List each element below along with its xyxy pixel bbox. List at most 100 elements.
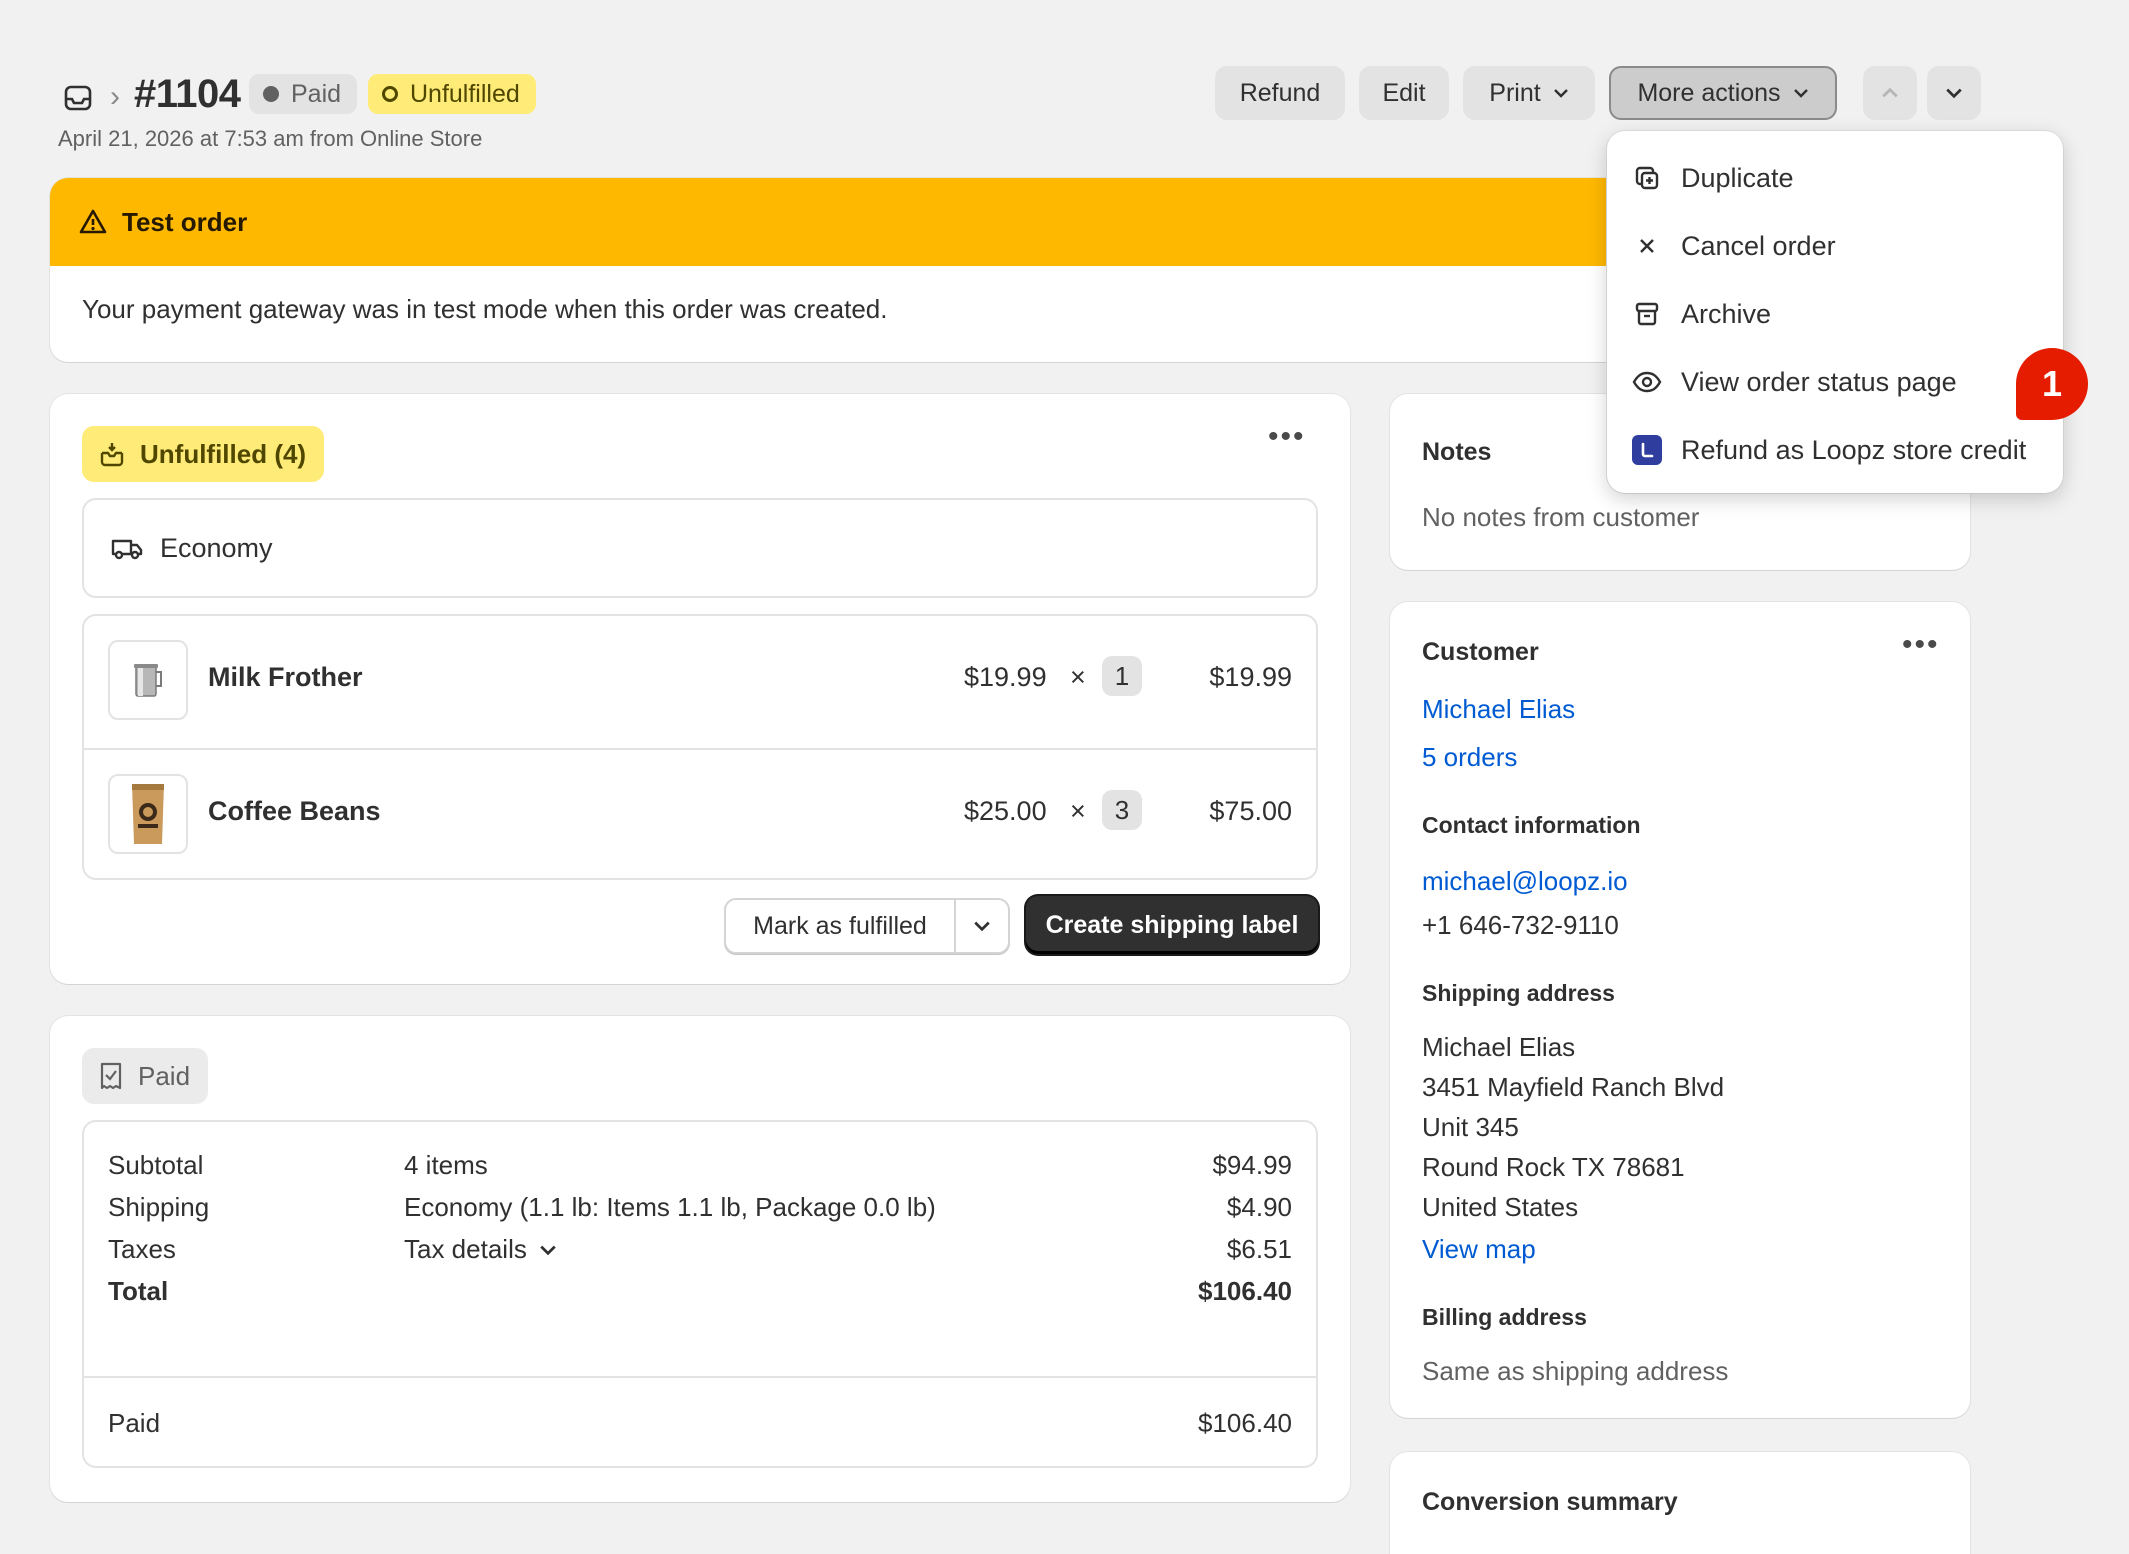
summary-detail: 4 items	[404, 1150, 488, 1180]
milk-frother-image	[134, 664, 162, 697]
archive-icon	[1631, 298, 1663, 330]
paid-badge-label: Paid	[138, 1060, 191, 1091]
unit-price: $25.00	[964, 796, 1047, 826]
menu-item-label: Refund as Loopz store credit	[1681, 434, 2027, 465]
more-options-icon[interactable]: •••	[1902, 628, 1940, 662]
contact-info-heading: Contact information	[1422, 812, 1641, 838]
more-actions-button[interactable]: More actions	[1609, 66, 1837, 120]
paid-badge: Paid	[82, 1048, 209, 1104]
address-line: 3451 Mayfield Ranch Blvd	[1422, 1072, 1725, 1102]
summary-label: Subtotal	[108, 1150, 204, 1180]
multiply-sign: ×	[1070, 662, 1086, 692]
summary-label: Total	[108, 1276, 169, 1306]
chevron-down-icon	[974, 921, 990, 932]
order-subtitle: April 21, 2026 at 7:53 am from Online St…	[58, 126, 483, 151]
address-line: Michael Elias	[1422, 1032, 1576, 1062]
billing-address-text: Same as shipping address	[1422, 1356, 1729, 1386]
fulfillment-status-label: Unfulfilled	[410, 79, 520, 108]
notification-badge[interactable]: 1	[2016, 348, 2088, 420]
unfulfilled-badge-label: Unfulfilled (4)	[140, 438, 307, 469]
payment-card: Paid Subtotal 4 items $94.99 Shipping Ec…	[50, 1016, 1350, 1502]
chevron-up-icon	[1882, 87, 1898, 98]
quantity-badge: 3	[1102, 790, 1142, 830]
payment-status-badge: Paid	[249, 74, 358, 114]
tax-details-toggle[interactable]: Tax details	[404, 1234, 557, 1265]
line-items-list: Milk Frother $19.99 × 1 $19.99 Coffee Be…	[82, 614, 1318, 880]
summary-label: Shipping	[108, 1192, 210, 1222]
line-total: $19.99	[1209, 662, 1292, 692]
close-icon	[1631, 230, 1663, 262]
summary-amount: $4.90	[1226, 1192, 1292, 1222]
create-shipping-label-button[interactable]: Create shipping label	[1026, 896, 1318, 954]
menu-item-refund-loopz-credit[interactable]: Refund as Loopz store credit	[1631, 425, 2026, 475]
address-line: Round Rock TX 78681	[1422, 1152, 1685, 1182]
status-dot-icon	[263, 86, 279, 102]
receipt-icon	[100, 1062, 122, 1090]
mark-as-fulfilled-options-button[interactable]	[954, 900, 1008, 952]
customer-orders-link[interactable]: 5 orders	[1422, 742, 1517, 773]
edit-button[interactable]: Edit	[1359, 66, 1449, 120]
paid-amount: $106.40	[1198, 1408, 1292, 1438]
menu-item-label: Cancel order	[1681, 230, 1836, 261]
shipping-method-label: Economy	[160, 532, 273, 563]
customer-card: Customer ••• Michael Elias 5 orders Cont…	[1390, 602, 1970, 1418]
payment-status-label: Paid	[291, 79, 342, 108]
summary-amount: $6.51	[1226, 1234, 1292, 1264]
menu-item-view-status-page[interactable]: View order status page	[1631, 357, 1957, 407]
notes-text: No notes from customer	[1422, 502, 1700, 532]
previous-order-button[interactable]	[1863, 66, 1917, 120]
product-thumbnail	[108, 640, 188, 720]
tax-details-label: Tax details	[404, 1234, 527, 1264]
customer-name-link[interactable]: Michael Elias	[1422, 694, 1575, 725]
summary-detail: Economy (1.1 lb: Items 1.1 lb, Package 0…	[404, 1192, 936, 1222]
paid-label: Paid	[108, 1408, 161, 1438]
chevron-down-icon	[1793, 89, 1808, 98]
chevron-down-icon	[1553, 89, 1568, 98]
mark-as-fulfilled-split-button: Mark as fulfilled	[724, 898, 1010, 954]
shipping-method-box: Economy	[82, 498, 1318, 598]
menu-item-label: Duplicate	[1681, 162, 1794, 193]
multiply-sign: ×	[1070, 796, 1086, 826]
menu-item-duplicate[interactable]: Duplicate	[1631, 153, 1794, 203]
quantity-badge: 1	[1102, 656, 1142, 696]
product-name[interactable]: Milk Frother	[208, 662, 363, 693]
fulfillment-box-icon	[100, 443, 124, 467]
menu-item-label: Archive	[1681, 298, 1772, 329]
customer-phone: +1 646-732-9110	[1422, 910, 1619, 940]
page-title: #1104	[134, 72, 241, 116]
print-button-label: Print	[1489, 78, 1541, 107]
address-line: Unit 345	[1422, 1112, 1519, 1142]
orders-inbox-icon[interactable]	[62, 82, 94, 114]
menu-item-cancel-order[interactable]: Cancel order	[1631, 221, 1836, 271]
line-item[interactable]: Milk Frother $19.99 × 1 $19.99	[84, 616, 1316, 748]
eye-icon	[1631, 366, 1663, 398]
more-options-icon[interactable]: •••	[1268, 420, 1306, 454]
view-map-link[interactable]: View map	[1422, 1234, 1536, 1265]
notes-title: Notes	[1422, 438, 1492, 466]
summary-row-paid: Paid $106.40	[108, 1408, 1292, 1448]
chevron-down-icon	[540, 1245, 556, 1255]
menu-item-archive[interactable]: Archive	[1631, 289, 1771, 339]
summary-amount: $106.40	[1198, 1276, 1292, 1306]
payment-summary-box: Subtotal 4 items $94.99 Shipping Economy…	[82, 1120, 1318, 1468]
coffee-beans-image	[132, 784, 164, 844]
mark-as-fulfilled-button[interactable]: Mark as fulfilled	[726, 900, 954, 952]
customer-email-link[interactable]: michael@loopz.io	[1422, 866, 1628, 897]
product-name[interactable]: Coffee Beans	[208, 796, 381, 827]
next-order-button[interactable]	[1927, 66, 1981, 120]
banner-title: Test order	[122, 206, 248, 237]
line-item[interactable]: Coffee Beans $25.00 × 3 $75.00	[84, 748, 1316, 880]
chevron-down-icon	[1946, 88, 1962, 99]
unfulfilled-card: Unfulfilled (4) ••• Economy Milk Frother…	[50, 394, 1350, 984]
summary-row-shipping: Shipping Economy (1.1 lb: Items 1.1 lb, …	[108, 1192, 1292, 1232]
divider	[84, 1376, 1316, 1378]
summary-row-total: Total $106.40	[108, 1276, 1292, 1316]
summary-amount: $94.99	[1212, 1150, 1292, 1180]
address-line: United States	[1422, 1192, 1579, 1222]
unfulfilled-badge: Unfulfilled (4)	[82, 426, 325, 482]
product-thumbnail	[108, 774, 188, 854]
print-button[interactable]: Print	[1463, 66, 1595, 120]
summary-row-subtotal: Subtotal 4 items $94.99	[108, 1150, 1292, 1190]
refund-button[interactable]: Refund	[1215, 66, 1345, 120]
loopz-app-icon	[1631, 434, 1663, 466]
